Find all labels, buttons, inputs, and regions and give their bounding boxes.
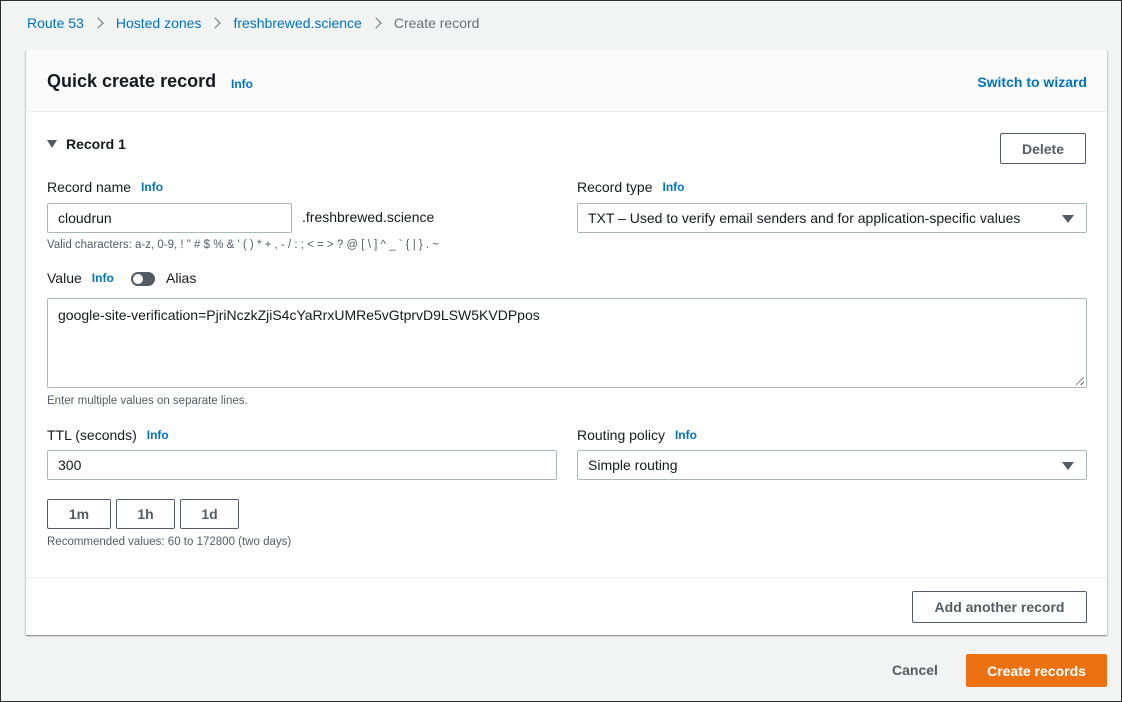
quick-create-panel: Quick create record Info Switch to wizar… xyxy=(26,50,1107,635)
ttl-label-text: TTL (seconds) xyxy=(47,427,137,443)
record-type-value: TXT – Used to verify email senders and f… xyxy=(588,210,1021,226)
value-text: google-site-verification=PjriNczkZjiS4cY… xyxy=(58,307,540,323)
record-name-label-text: Record name xyxy=(47,179,132,195)
add-another-record-button[interactable]: Add another record xyxy=(912,591,1087,623)
caret-down-icon xyxy=(47,140,57,148)
breadcrumb: Route 53 Hosted zones freshbrewed.scienc… xyxy=(27,14,479,32)
value-label: Value Info xyxy=(47,270,114,286)
record-1-expander[interactable]: Record 1 xyxy=(47,136,126,152)
routing-policy-select[interactable]: Simple routing xyxy=(577,450,1087,480)
caret-down-icon xyxy=(1062,462,1074,470)
caret-down-icon xyxy=(1062,215,1074,223)
chevron-right-icon xyxy=(370,17,382,29)
ttl-input[interactable]: 300 xyxy=(47,450,557,480)
ttl-hint: Recommended values: 60 to 172800 (two da… xyxy=(47,536,292,548)
cancel-button[interactable]: Cancel xyxy=(892,662,938,678)
record-name-input[interactable]: cloudrun xyxy=(47,203,292,233)
toggle-knob xyxy=(133,274,143,284)
value-textarea[interactable]: google-site-verification=PjriNczkZjiS4cY… xyxy=(47,298,1087,388)
alias-toggle[interactable] xyxy=(131,272,155,286)
breadcrumb-route53-link[interactable]: Route 53 xyxy=(27,15,84,31)
record-name-label: Record name Info xyxy=(47,179,163,195)
routing-policy-value: Simple routing xyxy=(588,457,678,473)
record-name-hint: Valid characters: a-z, 0-9, ! " # $ % & … xyxy=(47,239,440,251)
value-hint: Enter multiple values on separate lines. xyxy=(47,395,248,407)
record-type-label-text: Record type xyxy=(577,179,653,195)
alias-label: Alias xyxy=(166,270,197,286)
page-title: Quick create record xyxy=(47,71,217,91)
routing-policy-label: Routing policy Info xyxy=(577,427,697,443)
routing-policy-label-text: Routing policy xyxy=(577,427,665,443)
record-type-label: Record type Info xyxy=(577,179,684,195)
routing-policy-info-link[interactable]: Info xyxy=(675,428,697,442)
ttl-preset-1h-button[interactable]: 1h xyxy=(116,499,175,529)
divider xyxy=(26,577,1107,578)
record-name-info-link[interactable]: Info xyxy=(141,180,163,194)
record-name-value: cloudrun xyxy=(58,210,112,226)
chevron-right-icon xyxy=(92,17,104,29)
value-info-link[interactable]: Info xyxy=(92,271,114,285)
breadcrumb-zone-link[interactable]: freshbrewed.science xyxy=(233,15,361,31)
create-records-button[interactable]: Create records xyxy=(966,654,1107,687)
chevron-right-icon xyxy=(209,17,222,29)
domain-suffix: .freshbrewed.science xyxy=(302,209,435,225)
ttl-preset-1m-button[interactable]: 1m xyxy=(47,499,111,529)
breadcrumb-current: Create record xyxy=(393,15,480,31)
ttl-preset-1d-button[interactable]: 1d xyxy=(180,499,239,529)
breadcrumb-hosted-zones-link[interactable]: Hosted zones xyxy=(116,15,202,31)
resize-handle-icon[interactable] xyxy=(1076,377,1084,385)
record-1-label: Record 1 xyxy=(66,136,126,152)
value-label-text: Value xyxy=(47,270,82,286)
ttl-info-link[interactable]: Info xyxy=(147,428,169,442)
panel-header: Quick create record Info Switch to wizar… xyxy=(26,50,1107,112)
record-type-select[interactable]: TXT – Used to verify email senders and f… xyxy=(577,203,1087,233)
switch-to-wizard-link[interactable]: Switch to wizard xyxy=(977,74,1087,90)
record-type-info-link[interactable]: Info xyxy=(662,180,684,194)
title-info-link[interactable]: Info xyxy=(231,77,253,91)
ttl-label: TTL (seconds) Info xyxy=(47,427,169,443)
ttl-value: 300 xyxy=(58,457,82,473)
delete-button[interactable]: Delete xyxy=(1000,133,1086,164)
